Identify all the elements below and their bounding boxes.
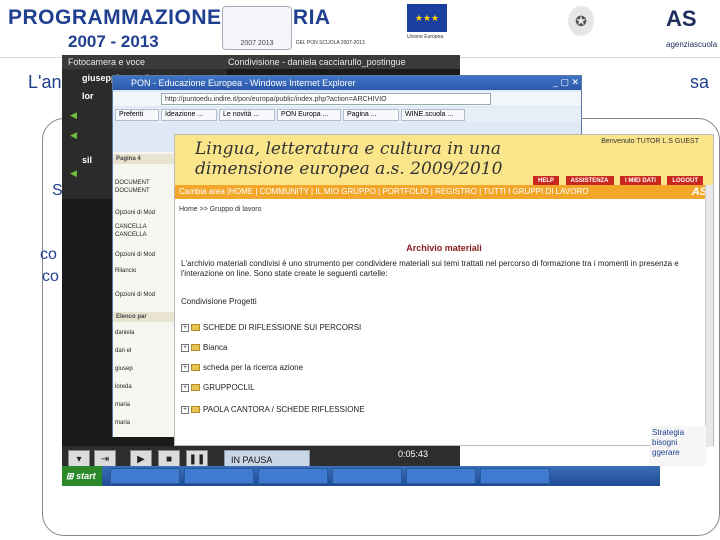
thumb-line: Strategia xyxy=(652,428,685,437)
side-item[interactable]: Rilancio xyxy=(115,268,136,275)
website-page: Lingua, letteratura e cultura in una dim… xyxy=(174,134,714,447)
side-user[interactable]: dan el xyxy=(115,348,131,355)
folder-icon xyxy=(191,324,200,332)
main-nav[interactable]: Cambia area |HOME | COMMUNITY | IL MIO G… xyxy=(175,185,713,199)
start-label: start xyxy=(76,471,96,481)
folder-label[interactable]: scheda per la ricerca azione xyxy=(203,363,303,372)
browser-tabs: Preferiti Ideazione ... Le novità ... PO… xyxy=(113,108,581,122)
folder-icon xyxy=(191,406,200,414)
arrow-icon: ◀ xyxy=(70,168,77,178)
banner-years: 2007 - 2013 xyxy=(68,32,159,51)
behind-line-4: co xyxy=(40,246,57,263)
folder-label[interactable]: GRUPPOCLIL xyxy=(203,383,255,392)
folder-item[interactable]: + PAOLA CANTORA / SCHEDE RIFLESSIONE xyxy=(181,405,365,414)
nav-links[interactable]: Cambia area |HOME | COMMUNITY | IL MIO G… xyxy=(179,187,588,196)
folder-item[interactable]: + Bianca xyxy=(181,343,227,352)
folder-label[interactable]: Bianca xyxy=(203,343,227,352)
breadcrumb[interactable]: Home >> Gruppo di lavoro xyxy=(179,206,262,213)
site-title: Lingua, letteratura e cultura in una dim… xyxy=(195,139,502,179)
taskbar-item[interactable] xyxy=(480,468,550,484)
windows-taskbar: ⊞ start xyxy=(62,466,660,486)
url-input[interactable]: http://puntoedu.indire.it/pon/europa/pub… xyxy=(161,93,491,105)
folder-label[interactable]: SCHEDE DI RIFLESSIONE SUI PERCORSI xyxy=(203,323,361,332)
thumb-line: ggerare xyxy=(652,448,680,457)
tab[interactable]: WINE.scuola ... xyxy=(401,109,465,121)
site-header: Lingua, letteratura e cultura in una dim… xyxy=(175,135,713,186)
start-button[interactable]: ⊞ start xyxy=(62,466,102,486)
archive-description: L'archivio materiali condivisi è uno str… xyxy=(181,259,679,278)
pon-caption: DEL PON SCUOLA 2007-2013 xyxy=(296,40,365,46)
expand-icon[interactable]: + xyxy=(181,383,189,392)
side-item[interactable]: CANCELLA xyxy=(115,224,147,231)
taskbar-item[interactable] xyxy=(184,468,254,484)
windows-icon: ⊞ xyxy=(66,471,74,481)
taskbar-item[interactable] xyxy=(332,468,402,484)
taskbar-item[interactable] xyxy=(406,468,476,484)
side-item[interactable]: DOCUMENT xyxy=(115,180,150,187)
folder-item[interactable]: + scheda per la ricerca azione xyxy=(181,363,303,372)
expand-icon[interactable]: + xyxy=(181,323,189,332)
eu-label: Unione Europea xyxy=(407,34,444,40)
folder-icon xyxy=(191,344,200,352)
expand-icon[interactable]: + xyxy=(181,363,189,372)
side-user[interactable]: maria xyxy=(115,402,130,409)
capture-header: Fotocamera e voce Condivisione - daniela… xyxy=(62,55,460,69)
window-controls[interactable]: _ ▢ ✕ xyxy=(553,77,579,88)
arrow-icon: ◀ xyxy=(70,110,77,120)
expand-icon[interactable]: + xyxy=(181,343,189,352)
side-panel: Pagina 4 DOCUMENT DOCUMENT Opzioni di Mo… xyxy=(113,152,175,437)
capture-user: sil xyxy=(82,155,93,165)
side-user[interactable]: loreda xyxy=(115,384,132,391)
site-title-line-2: dimensione europea a.s. 2009/2010 xyxy=(195,159,503,179)
republic-emblem-icon: ✪ xyxy=(568,6,594,36)
slide-title-left: L'an xyxy=(28,72,62,92)
scrollbar[interactable] xyxy=(705,185,713,447)
pon-logo: 2007 2013 xyxy=(222,6,292,50)
side-item[interactable]: CANCELLA xyxy=(115,232,147,239)
expand-icon[interactable]: + xyxy=(181,405,189,414)
side-user[interactable]: maria xyxy=(115,420,130,427)
behind-line-5: co xyxy=(42,268,59,285)
capture-header-left: Fotocamera e voce xyxy=(68,57,146,67)
tab[interactable]: Pagina ... xyxy=(343,109,399,121)
folder-item[interactable]: + SCHEDE DI RIFLESSIONE SUI PERCORSI xyxy=(181,323,361,332)
slide-banner: PROGRAMMAZIONE UNITARIA 2007 - 2013 2007… xyxy=(0,0,720,58)
arrow-icon: ◀ xyxy=(70,130,77,140)
taskbar-item[interactable] xyxy=(258,468,328,484)
pon-logo-text: 2007 2013 xyxy=(240,40,274,47)
site-title-line-1: Lingua, letteratura e cultura in una xyxy=(195,139,502,159)
right-thumbnail: Strategia bisogni ggerare xyxy=(650,426,706,466)
capture-time: 0:05:43 xyxy=(398,449,429,459)
side-head: Elenco par xyxy=(113,312,175,322)
eu-flag-icon: ★★★ xyxy=(407,4,447,32)
capture-user: lor xyxy=(82,91,94,101)
agency-logo: AS xyxy=(666,6,697,31)
tab[interactable]: PON Europa ... xyxy=(277,109,341,121)
side-item[interactable]: DOCUMENT xyxy=(115,188,150,195)
address-bar: http://puntoedu.indire.it/pon/europa/pub… xyxy=(113,92,581,106)
side-item[interactable]: Opzioni di Mod xyxy=(115,252,155,259)
tab[interactable]: Le novità ... xyxy=(219,109,275,121)
folder-icon xyxy=(191,364,200,372)
user-tag: Benvenuto TUTOR L.S GUEST xyxy=(601,138,699,145)
side-user[interactable]: giusep xyxy=(115,366,133,373)
side-user[interactable]: daniela xyxy=(115,330,134,337)
section-heading: Condivisione Progetti xyxy=(181,297,257,306)
thumb-line: bisogni xyxy=(652,438,678,447)
browser-title: PON - Educazione Europea - Windows Inter… xyxy=(113,76,581,90)
page-title: Archivio materiali xyxy=(406,243,482,253)
side-head: Pagina 4 xyxy=(113,154,175,164)
tab[interactable]: Ideazione ... xyxy=(161,109,217,121)
folder-icon xyxy=(191,384,200,392)
agency-sub: agenziascuola xyxy=(666,40,718,49)
folder-label[interactable]: PAOLA CANTORA / SCHEDE RIFLESSIONE xyxy=(203,405,365,414)
tab-favorites[interactable]: Preferiti xyxy=(115,109,159,121)
taskbar-item[interactable] xyxy=(110,468,180,484)
folder-item[interactable]: + GRUPPOCLIL xyxy=(181,383,255,392)
side-item[interactable]: Opzioni di Mod xyxy=(115,210,155,217)
slide-title-right: sa xyxy=(690,72,710,92)
side-item[interactable]: Opzioni di Mod xyxy=(115,292,155,299)
capture-header-right: Condivisione - daniela cacciarullo_posti… xyxy=(228,57,406,67)
